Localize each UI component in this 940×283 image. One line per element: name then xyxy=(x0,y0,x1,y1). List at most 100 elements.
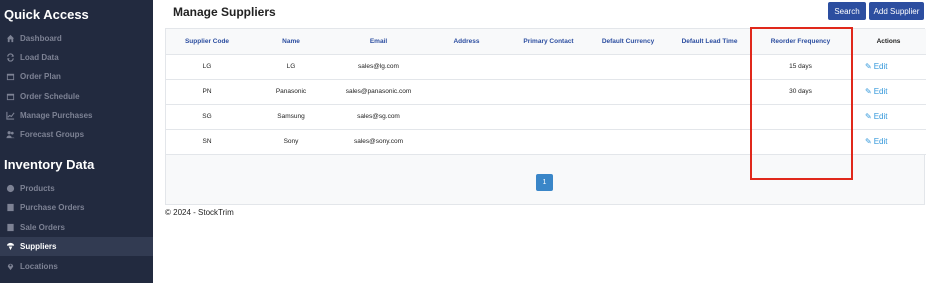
edit-link[interactable]: ✎ Edit xyxy=(851,79,926,105)
cell-reorder-frequency xyxy=(750,129,851,155)
column-header-supplier-code[interactable]: Supplier Code xyxy=(166,29,248,55)
sidebar-item-forecast-groups[interactable]: Forecast Groups xyxy=(0,125,153,144)
calendar-icon xyxy=(6,72,15,81)
users-icon xyxy=(6,130,15,139)
column-header-actions: Actions xyxy=(851,29,926,55)
search-button[interactable]: Search xyxy=(828,2,866,20)
sidebar-item-label: Dashboard xyxy=(20,34,62,43)
pencil-icon: ✎ xyxy=(865,137,872,146)
cell-primary-contact xyxy=(510,54,587,80)
cell-default-lead-time xyxy=(669,104,750,130)
cell-address xyxy=(423,54,510,80)
cell-default-currency xyxy=(587,54,669,80)
quick-access-heading: Quick Access xyxy=(4,7,89,22)
sidebar-item-label: Forecast Groups xyxy=(20,130,85,139)
cell-default-lead-time xyxy=(669,129,750,155)
sidebar: Quick Access Dashboard Load Data Order P… xyxy=(0,0,153,283)
sidebar-item-suppliers[interactable]: Suppliers xyxy=(0,237,153,256)
home-icon xyxy=(6,34,15,43)
cell-email: sales@lg.com xyxy=(334,54,423,80)
cell-name: Sony xyxy=(248,129,334,155)
page-title: Manage Suppliers xyxy=(173,5,276,19)
sidebar-item-label: Suppliers xyxy=(20,242,57,251)
sidebar-item-order-plan[interactable]: Order Plan xyxy=(0,67,153,86)
cell-supplier-code: SG xyxy=(166,104,248,130)
cell-primary-contact xyxy=(510,129,587,155)
sidebar-item-load-data[interactable]: Load Data xyxy=(0,48,153,67)
sidebar-item-label: Load Data xyxy=(20,53,59,62)
sidebar-item-label: Products xyxy=(20,184,55,193)
column-header-address[interactable]: Address xyxy=(423,29,510,55)
sidebar-item-products[interactable]: Products xyxy=(0,179,153,198)
receipt-icon xyxy=(6,203,15,212)
add-supplier-button[interactable]: Add Supplier xyxy=(869,2,924,20)
column-header-reorder-frequency[interactable]: Reorder Frequency xyxy=(750,29,851,55)
column-header-name[interactable]: Name xyxy=(248,29,334,55)
table-header-row: Supplier Code Name Email Address Primary… xyxy=(166,29,926,55)
table-row: PN Panasonic sales@panasonic.com 30 days… xyxy=(166,79,926,105)
sidebar-item-purchase-orders[interactable]: Purchase Orders xyxy=(0,198,153,217)
cube-icon xyxy=(6,184,15,193)
cell-reorder-frequency xyxy=(750,104,851,130)
table-row: LG LG sales@lg.com 15 days ✎ Edit xyxy=(166,54,926,80)
cell-address xyxy=(423,129,510,155)
edit-label: Edit xyxy=(873,112,888,121)
cell-default-lead-time xyxy=(669,79,750,105)
cell-default-currency xyxy=(587,79,669,105)
cell-default-lead-time xyxy=(669,54,750,80)
cell-supplier-code: PN xyxy=(166,79,248,105)
sync-icon xyxy=(6,53,15,62)
sidebar-item-label: Order Schedule xyxy=(20,92,80,101)
cell-default-currency xyxy=(587,129,669,155)
table-row: SG Samsung sales@sg.com ✎ Edit xyxy=(166,104,926,130)
cell-primary-contact xyxy=(510,79,587,105)
cell-reorder-frequency: 30 days xyxy=(750,79,851,105)
sidebar-item-sale-orders[interactable]: Sale Orders xyxy=(0,218,153,237)
sidebar-item-label: Sale Orders xyxy=(20,223,65,232)
column-header-default-lead-time[interactable]: Default Lead Time xyxy=(669,29,750,55)
sidebar-item-label: Manage Purchases xyxy=(20,111,93,120)
cell-name: Panasonic xyxy=(248,79,334,105)
column-header-primary-contact[interactable]: Primary Contact xyxy=(510,29,587,55)
cell-address xyxy=(423,79,510,105)
cell-email: sales@sony.com xyxy=(334,129,423,155)
sidebar-item-label: Order Plan xyxy=(20,72,61,81)
column-header-default-currency[interactable]: Default Currency xyxy=(587,29,669,55)
footer-copyright: © 2024 - StockTrim xyxy=(165,208,234,217)
edit-link[interactable]: ✎ Edit xyxy=(851,54,926,80)
suppliers-table: Supplier Code Name Email Address Primary… xyxy=(166,29,926,155)
cell-default-currency xyxy=(587,104,669,130)
sidebar-item-manage-purchases[interactable]: Manage Purchases xyxy=(0,106,153,125)
pencil-icon: ✎ xyxy=(865,87,872,96)
sidebar-item-locations[interactable]: Locations xyxy=(0,257,153,276)
pencil-icon: ✎ xyxy=(865,112,872,121)
cell-name: Samsung xyxy=(248,104,334,130)
edit-label: Edit xyxy=(873,62,888,71)
cell-reorder-frequency: 15 days xyxy=(750,54,851,80)
column-header-email[interactable]: Email xyxy=(334,29,423,55)
cell-primary-contact xyxy=(510,104,587,130)
sidebar-item-label: Purchase Orders xyxy=(20,203,85,212)
cell-supplier-code: LG xyxy=(166,54,248,80)
cell-email: sales@panasonic.com xyxy=(334,79,423,105)
edit-link[interactable]: ✎ Edit xyxy=(851,129,926,155)
edit-link[interactable]: ✎ Edit xyxy=(851,104,926,130)
cell-name: LG xyxy=(248,54,334,80)
cell-supplier-code: SN xyxy=(166,129,248,155)
table-row: SN Sony sales@sony.com ✎ Edit xyxy=(166,129,926,155)
sidebar-item-label: Locations xyxy=(20,262,58,271)
sidebar-item-order-schedule[interactable]: Order Schedule xyxy=(0,87,153,106)
map-marker-icon xyxy=(6,262,15,271)
sidebar-item-dashboard[interactable]: Dashboard xyxy=(0,29,153,48)
edit-label: Edit xyxy=(873,137,888,146)
inventory-data-heading: Inventory Data xyxy=(4,157,95,172)
cell-email: sales@sg.com xyxy=(334,104,423,130)
pagination-page-1[interactable]: 1 xyxy=(536,174,553,191)
main-content: Manage Suppliers Search Add Supplier Sup… xyxy=(153,0,940,283)
chart-line-icon xyxy=(6,111,15,120)
receipt-icon xyxy=(6,223,15,232)
cell-address xyxy=(423,104,510,130)
calendar-icon xyxy=(6,92,15,101)
supplier-icon xyxy=(6,242,15,251)
pencil-icon: ✎ xyxy=(865,62,872,71)
